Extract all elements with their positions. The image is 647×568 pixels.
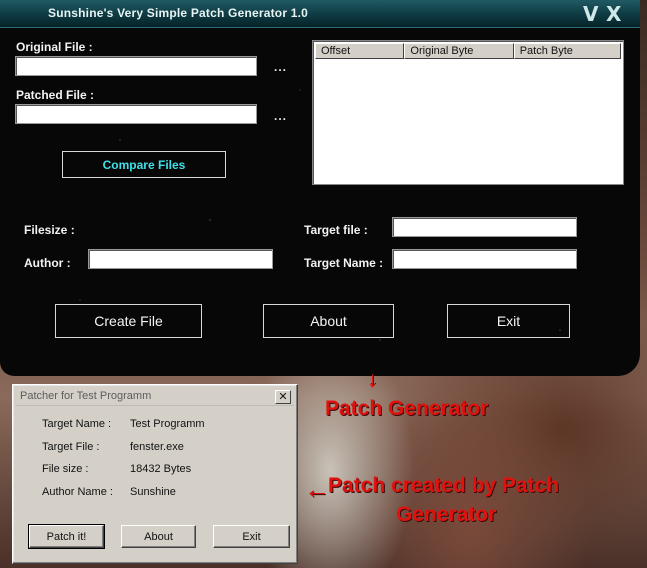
close-button[interactable]: X <box>606 3 621 25</box>
about-button[interactable]: About <box>263 304 394 338</box>
target-name-input[interactable] <box>392 249 577 269</box>
patched-file-browse-button[interactable]: ... <box>274 109 287 123</box>
patcher-close-button[interactable]: ✕ <box>275 390 291 404</box>
arrow-left-icon: ← <box>304 474 330 504</box>
patch-created-caption-line1: Patch created by Patch <box>328 474 560 497</box>
filesize-label: Filesize : <box>24 223 75 237</box>
generator-title-bar[interactable]: Sunshine's Very Simple Patch Generator 1… <box>0 0 640 28</box>
original-file-browse-button[interactable]: ... <box>274 60 287 74</box>
author-label: Author : <box>24 256 71 270</box>
column-offset[interactable]: Offset <box>315 43 405 59</box>
file-size-row-value: 18432 Bytes <box>130 463 192 475</box>
patcher-title: Patcher for Test Programm <box>20 390 152 402</box>
original-file-input[interactable] <box>15 56 257 76</box>
patched-file-input[interactable] <box>15 104 257 124</box>
target-file-input[interactable] <box>392 217 577 237</box>
target-file-row-label: Target File : <box>42 441 100 453</box>
target-name-row-value: Test Programm <box>130 418 205 430</box>
patcher-about-button[interactable]: About <box>121 525 196 548</box>
target-name-label: Target Name : <box>304 256 384 270</box>
patcher-title-bar[interactable]: Patcher for Test Programm ✕ <box>16 388 294 406</box>
author-input[interactable] <box>88 249 273 269</box>
original-file-label: Original File : <box>16 40 93 54</box>
patched-file-label: Patched File : <box>16 88 95 102</box>
target-name-row-label: Target Name : <box>42 418 112 430</box>
target-file-row-value: fenster.exe <box>130 441 184 453</box>
author-name-row-value: Sunshine <box>130 486 176 498</box>
column-original-byte[interactable]: Original Byte <box>404 43 514 59</box>
list-header: Offset Original Byte Patch Byte <box>315 43 621 59</box>
compare-files-button[interactable]: Compare Files <box>62 151 226 178</box>
patch-bytes-list[interactable]: Offset Original Byte Patch Byte <box>312 40 624 185</box>
create-file-button[interactable]: Create File <box>55 304 202 338</box>
arrow-up-icon: ← <box>356 370 381 392</box>
column-patch-byte[interactable]: Patch Byte <box>513 43 621 59</box>
patcher-dialog: Patcher for Test Programm ✕ Target Name … <box>12 384 298 564</box>
patch-created-caption-line2: Generator <box>396 503 497 526</box>
patch-it-button[interactable]: Patch it! <box>28 524 105 549</box>
generator-title: Sunshine's Very Simple Patch Generator 1… <box>48 6 309 20</box>
patcher-exit-button[interactable]: Exit <box>213 525 290 548</box>
minimize-button[interactable]: V <box>583 3 598 25</box>
author-name-row-label: Author Name : <box>42 486 113 498</box>
target-file-label: Target file : <box>304 223 368 237</box>
exit-button[interactable]: Exit <box>447 304 570 338</box>
patch-generator-window: Sunshine's Very Simple Patch Generator 1… <box>0 0 640 376</box>
file-size-row-label: File size : <box>42 463 89 475</box>
patch-generator-caption: Patch Generator <box>325 397 489 420</box>
